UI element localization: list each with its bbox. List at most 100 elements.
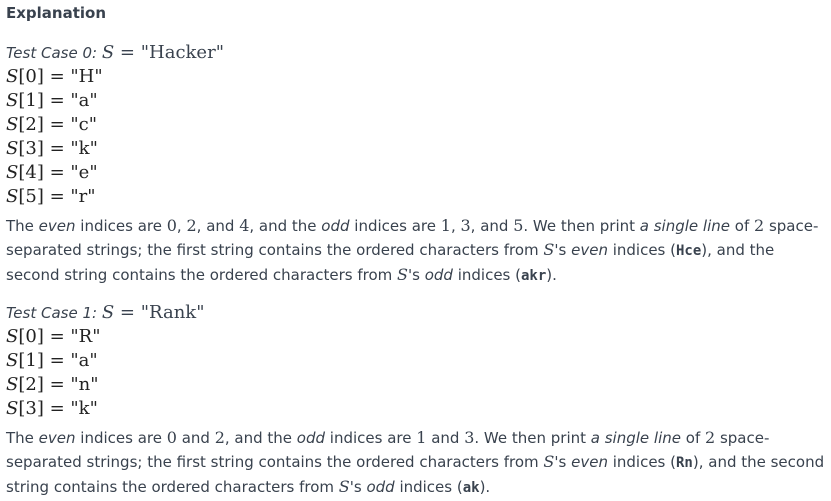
para-var: S: [338, 477, 350, 496]
odd-word: odd: [424, 266, 453, 284]
odd-index-num: 1: [416, 428, 427, 447]
char-var: S: [6, 66, 19, 87]
char-index: 3: [25, 398, 37, 419]
char-var: S: [6, 350, 19, 371]
odd-index-num: 5: [513, 216, 524, 235]
para-text: of: [681, 429, 705, 447]
char-index: 1: [25, 90, 37, 111]
section-heading: Explanation: [6, 4, 107, 22]
char-index: 5: [25, 186, 37, 207]
char-value: R: [78, 326, 93, 347]
case-1-var: S: [101, 302, 115, 323]
para-var: S: [397, 265, 408, 284]
char-value: k: [78, 138, 90, 159]
case-0-char-line: S[4] = "e": [6, 162, 98, 183]
para-text: indices are: [349, 217, 441, 235]
char-value: a: [78, 90, 90, 111]
char-value: a: [78, 350, 90, 371]
case-0-title: Test Case 0: S = "Hacker": [6, 42, 224, 63]
single-line-phrase: a single line: [590, 429, 681, 447]
para-text: 's: [349, 478, 367, 496]
even-index-num: 0: [166, 428, 177, 447]
char-var: S: [6, 326, 19, 347]
string-count: 2: [705, 428, 716, 447]
char-value: n: [78, 374, 91, 395]
case-1-word: Rank: [149, 302, 197, 323]
para-text: indices (: [607, 453, 676, 471]
char-index: 2: [25, 114, 37, 135]
case-1-char-line: S[3] = "k": [6, 398, 98, 419]
para-text: 's: [554, 241, 572, 259]
case-1-char-line: S[2] = "n": [6, 374, 99, 395]
even-index-num: 2: [214, 428, 225, 447]
case-0-var: S: [101, 42, 115, 63]
para-text: 's: [407, 266, 425, 284]
case-1-paragraph: The even indices are 0 and 2, and the od…: [6, 428, 825, 496]
char-var: S: [6, 90, 19, 111]
char-value: c: [78, 114, 89, 135]
case-0-label: Test Case 0:: [6, 44, 98, 62]
even-index-num: 0: [166, 216, 177, 235]
odd-word: odd: [366, 478, 395, 496]
char-var: S: [6, 114, 19, 135]
case-0-char-line: S[0] = "H": [6, 66, 103, 87]
para-text: . We then print: [523, 217, 640, 235]
para-text: indices (: [394, 478, 463, 496]
char-value: H: [78, 66, 95, 87]
case-1-char-line: S[0] = "R": [6, 326, 101, 347]
even-index-num: 2: [186, 216, 197, 235]
even-result: Hce: [676, 243, 702, 259]
para-var: S: [543, 452, 555, 471]
para-text: ).: [479, 478, 491, 496]
char-index: 1: [25, 350, 37, 371]
para-text: indices (: [452, 266, 521, 284]
para-text: indices are: [75, 217, 167, 235]
char-var: S: [6, 398, 19, 419]
case-0-char-line: S[5] = "r": [6, 186, 96, 207]
odd-index-num: 1: [440, 216, 451, 235]
char-value: e: [78, 162, 90, 183]
explanation-section: Explanation Test Case 0: S = "Hacker" S[…: [0, 0, 831, 501]
char-index: 4: [25, 162, 37, 183]
case-0-paragraph: The even indices are 0, 2, and 4, and th…: [6, 216, 819, 284]
single-line-phrase: a single line: [639, 217, 730, 235]
even-result: Rn: [676, 455, 693, 471]
case-1-title: Test Case 1: S = "Rank": [6, 302, 205, 323]
odd-index-num: 3: [460, 216, 471, 235]
case-1-char-line: S[1] = "a": [6, 350, 98, 371]
para-text: , and the: [224, 429, 297, 447]
para-var: S: [543, 240, 555, 259]
even-word: even: [38, 429, 76, 447]
para-text: . We then print: [474, 429, 591, 447]
char-var: S: [6, 374, 19, 395]
para-text: of: [730, 217, 754, 235]
char-var: S: [6, 186, 19, 207]
even-word: even: [38, 217, 76, 235]
para-text: 's: [554, 453, 572, 471]
case-1-label: Test Case 1:: [6, 304, 98, 322]
para-text: indices are: [325, 429, 417, 447]
char-index: 2: [25, 374, 37, 395]
even-word: even: [571, 453, 608, 471]
char-var: S: [6, 138, 19, 159]
string-count: 2: [754, 216, 765, 235]
char-index: 3: [25, 138, 37, 159]
odd-result: ak: [462, 480, 480, 496]
char-index: 0: [25, 66, 37, 87]
char-index: 0: [25, 326, 37, 347]
para-text: , and the: [249, 217, 322, 235]
odd-word: odd: [296, 429, 326, 447]
para-text: indices (: [607, 241, 676, 259]
char-value: k: [78, 398, 90, 419]
odd-word: odd: [321, 217, 350, 235]
even-word: even: [571, 241, 608, 259]
char-value: r: [78, 186, 88, 207]
para-text: The: [6, 217, 39, 235]
para-text: indices are: [75, 429, 167, 447]
case-0-char-line: S[3] = "k": [6, 138, 98, 159]
case-0-char-line: S[1] = "a": [6, 90, 98, 111]
char-var: S: [6, 162, 19, 183]
even-index-num: 4: [239, 216, 250, 235]
odd-index-num: 3: [464, 428, 475, 447]
odd-result: akr: [520, 268, 547, 284]
